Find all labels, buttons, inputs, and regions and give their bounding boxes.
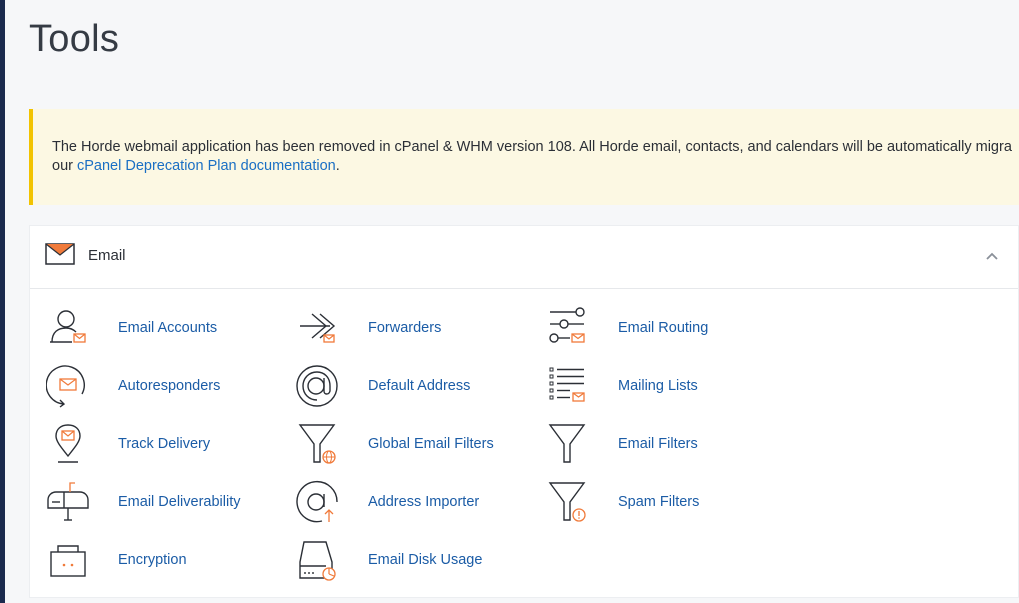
tool-label: Email Routing [618,320,709,336]
tool-default-address[interactable]: Default Address [296,364,470,408]
notice-prefix: our [52,158,77,174]
tool-label: Autoresponders [118,378,221,394]
email-section-header[interactable]: Email [30,226,1018,289]
tool-encryption[interactable]: Encryption [46,538,187,582]
tool-spam-filters[interactable]: Spam Filters [546,480,699,524]
autoresponders-icon [46,364,90,408]
tool-label: Default Address [368,378,471,394]
email-deliverability-icon [46,480,90,524]
global-email-filters-icon [296,422,340,466]
email-routing-icon [546,306,590,350]
tool-label: Global Email Filters [368,436,494,452]
default-address-icon [296,364,340,408]
tool-email-filters[interactable]: Email Filters [546,422,698,466]
forwarders-icon [296,306,340,350]
notice-line-2: our cPanel Deprecation Plan documentatio… [52,157,1019,176]
tool-email-routing[interactable]: Email Routing [546,306,708,350]
notice-line-1: The Horde webmail application has been r… [52,139,1012,155]
tool-label: Address Importer [368,494,480,510]
tool-label: Email Filters [618,436,698,452]
tool-forwarders[interactable]: Forwarders [296,306,441,350]
page: Tools The Horde webmail application has … [5,0,1019,603]
tool-label: Email Deliverability [118,494,241,510]
tool-address-importer[interactable]: Address Importer [296,480,479,524]
tool-label: Email Accounts [118,320,218,336]
tool-label: Email Disk Usage [368,552,483,568]
tool-email-accounts[interactable]: Email Accounts [46,306,217,350]
email-section-panel: Email Email Accounts Forwarders Email Ro… [29,225,1019,598]
tool-global-email-filters[interactable]: Global Email Filters [296,422,494,466]
tool-email-disk-usage[interactable]: Email Disk Usage [296,538,482,582]
address-importer-icon [296,480,340,524]
tool-label: Track Delivery [118,436,211,452]
mailing-lists-icon [546,364,590,408]
email-disk-usage-icon [296,538,340,582]
tool-track-delivery[interactable]: Track Delivery [46,422,210,466]
tool-autoresponders[interactable]: Autoresponders [46,364,220,408]
tool-label: Spam Filters [618,494,700,510]
spam-filters-icon [546,480,590,524]
email-filters-icon [546,422,590,466]
envelope-icon [45,243,75,265]
tool-mailing-lists[interactable]: Mailing Lists [546,364,698,408]
tool-label: Mailing Lists [618,378,698,394]
page-title: Tools [29,18,120,60]
chevron-up-icon[interactable] [984,248,1000,264]
tool-email-deliverability[interactable]: Email Deliverability [46,480,240,524]
email-accounts-icon [46,306,90,350]
encryption-icon [46,538,90,582]
deprecation-plan-link[interactable]: cPanel Deprecation Plan documentation [77,158,336,174]
notice-suffix: . [335,158,340,174]
tool-label: Encryption [118,552,187,568]
deprecation-notice: The Horde webmail application has been r… [29,109,1019,205]
tool-label: Forwarders [368,320,442,336]
email-section-title: Email [88,247,126,264]
track-delivery-icon [46,422,90,466]
